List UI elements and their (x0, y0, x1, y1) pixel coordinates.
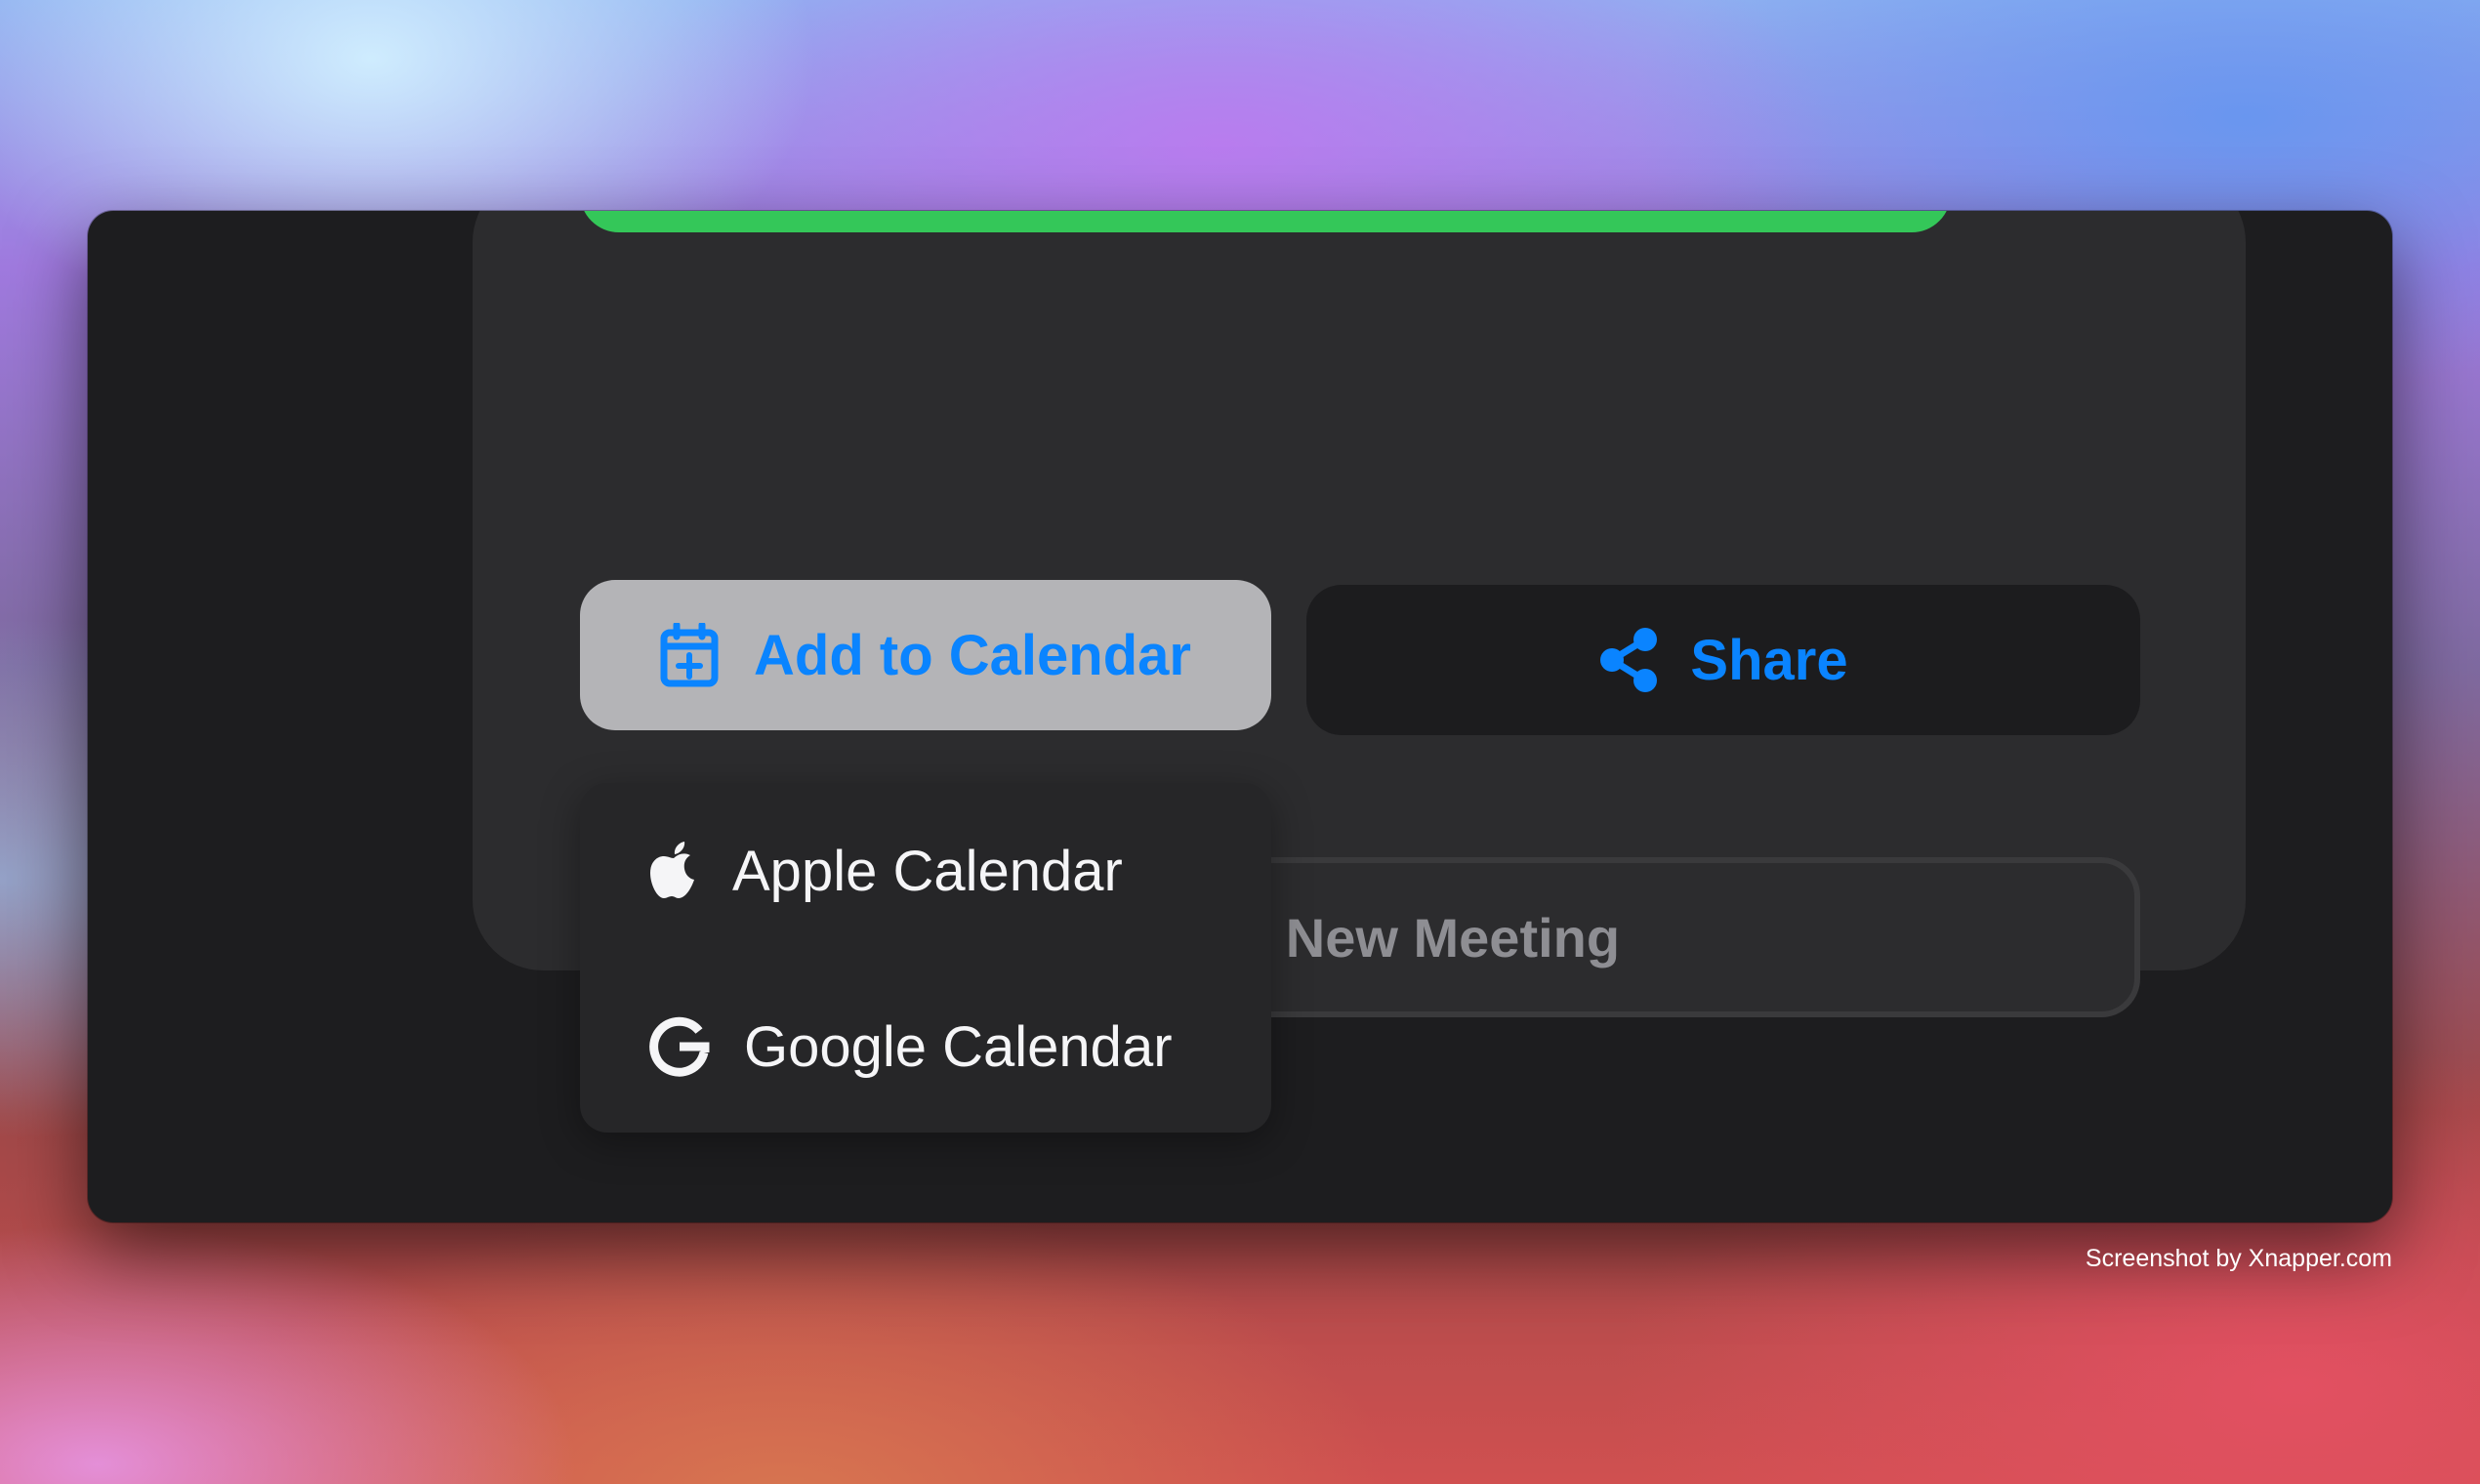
apple-calendar-label: Apple Calendar (732, 839, 1123, 903)
share-icon (1598, 627, 1659, 693)
calendar-dropdown-menu: Apple Calendar Google Calendar (580, 783, 1271, 1133)
watermark: Screenshot by Xnapper.com (2085, 1245, 2392, 1272)
menu-item-google-calendar[interactable]: Google Calendar (648, 959, 1173, 1134)
progress-bar (580, 211, 1951, 232)
app-window: Add to Calendar Share Create New Meeting (88, 211, 2392, 1222)
menu-item-apple-calendar[interactable]: Apple Calendar (648, 783, 1123, 959)
share-label: Share (1690, 628, 1848, 692)
calendar-plus-icon (660, 623, 719, 687)
add-to-calendar-button[interactable]: Add to Calendar (580, 580, 1271, 730)
google-calendar-label: Google Calendar (744, 1014, 1173, 1079)
google-icon (648, 1015, 711, 1078)
meeting-card: Add to Calendar Share Create New Meeting (473, 211, 2246, 1133)
apple-icon (648, 842, 699, 900)
share-button[interactable]: Share (1306, 585, 2140, 735)
add-to-calendar-label: Add to Calendar (754, 623, 1191, 687)
